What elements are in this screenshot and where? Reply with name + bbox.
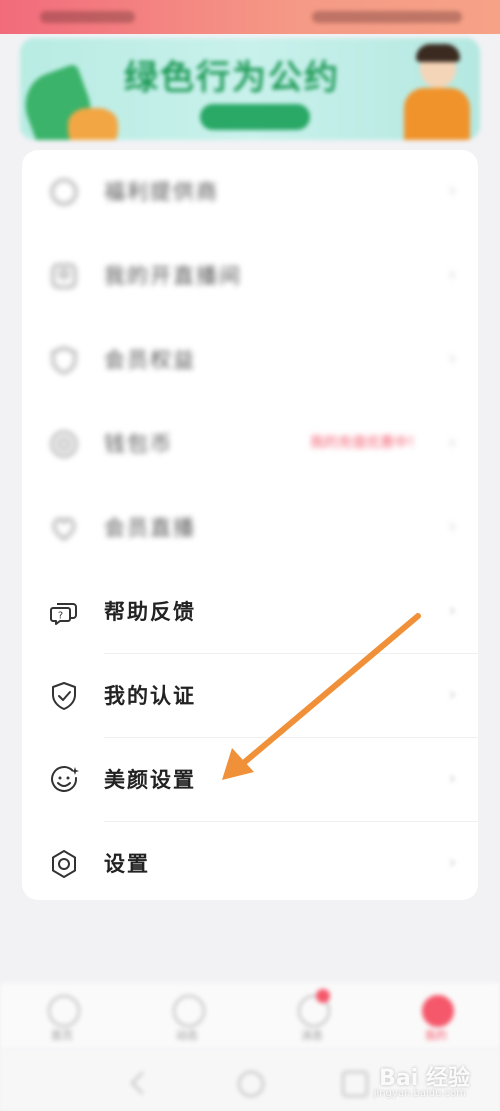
menu-item-beauty-settings[interactable]: 美颜设置 › [22, 738, 478, 822]
svg-text:?: ? [58, 611, 63, 622]
tab-label: 动态 [176, 1029, 198, 1042]
menu-item-settings[interactable]: 设置 › [22, 822, 478, 906]
status-bar [0, 0, 500, 34]
chevron-right-icon: › [448, 264, 456, 285]
status-right [312, 11, 462, 23]
chevron-right-icon: › [448, 600, 456, 621]
menu-item-help-feedback[interactable]: ? 帮助反馈 › [22, 570, 478, 654]
compass-icon [173, 995, 205, 1027]
menu-item-label: 我的开直播间 [104, 264, 242, 288]
shield-check-icon [52, 682, 76, 710]
chevron-right-icon: › [448, 852, 456, 873]
banner-title: 绿色行为公约 [124, 58, 340, 98]
menu-item-3[interactable]: 钱包币 我的充值优惠中！ › [22, 402, 478, 486]
tab-messages[interactable]: 消息 [282, 989, 342, 1043]
menu-item-label: 帮助反馈 [104, 600, 196, 624]
bottom-tab-bar: 首页 动态 消息 我的 [0, 983, 500, 1049]
tab-label: 消息 [301, 1029, 323, 1042]
menu-item-1[interactable]: 我的开直播间 › [22, 234, 478, 318]
menu-item-label: 会员直播 [104, 516, 196, 540]
chevron-right-icon: › [448, 768, 456, 789]
status-left [40, 11, 135, 23]
menu-item-4[interactable]: 会员直播 › [22, 486, 478, 570]
back-nav-button[interactable] [130, 1071, 154, 1095]
menu-card: 福利提供商 › 我的开直播间 › 会员权益 › 钱包币 我的充值优惠中！ › 会… [22, 150, 478, 900]
recent-nav-button[interactable] [342, 1071, 368, 1097]
gear-hexagon-icon [52, 850, 76, 878]
menu-item-2[interactable]: 会员权益 › [22, 318, 478, 402]
menu-item-label: 福利提供商 [104, 180, 219, 204]
coin-icon [51, 431, 77, 457]
shield-icon [52, 346, 76, 375]
home-icon [48, 995, 80, 1027]
notification-dot [316, 989, 330, 1003]
menu-item-0[interactable]: 福利提供商 › [22, 150, 478, 234]
menu-item-label: 会员权益 [104, 348, 196, 372]
tab-moments[interactable]: 动态 [157, 993, 217, 1043]
chevron-right-icon: › [448, 348, 456, 369]
user-icon [52, 264, 76, 288]
watermark-url: jingyan.baidu.com [373, 1088, 466, 1099]
tab-label: 首页 [51, 1029, 73, 1042]
me-icon [422, 995, 454, 1027]
circle-icon [51, 179, 77, 205]
tab-me[interactable]: 我的 [406, 993, 466, 1043]
tab-home[interactable]: 首页 [32, 993, 92, 1043]
menu-item-label: 美颜设置 [104, 768, 196, 792]
help-feedback-icon: ? [50, 603, 77, 625]
promo-banner[interactable]: 绿色行为公约 [20, 38, 480, 140]
banner-person-illustration [400, 44, 470, 140]
banner-button [200, 104, 310, 130]
tab-label: 我的 [425, 1029, 447, 1042]
menu-item-my-verification[interactable]: 我的认证 › [22, 654, 478, 738]
chevron-right-icon: › [448, 432, 456, 453]
chevron-right-icon: › [448, 516, 456, 537]
flower-decoration [68, 108, 118, 140]
menu-item-label: 我的认证 [104, 684, 196, 708]
beauty-face-icon [51, 765, 79, 792]
menu-item-label: 钱包币 [104, 432, 173, 456]
chevron-right-icon: › [448, 684, 456, 705]
menu-item-label: 设置 [104, 852, 150, 876]
heart-icon [53, 518, 75, 541]
promo-badge: 我的充值优惠中！ [310, 435, 422, 451]
home-nav-button[interactable] [238, 1071, 264, 1097]
chevron-right-icon: › [448, 180, 456, 201]
